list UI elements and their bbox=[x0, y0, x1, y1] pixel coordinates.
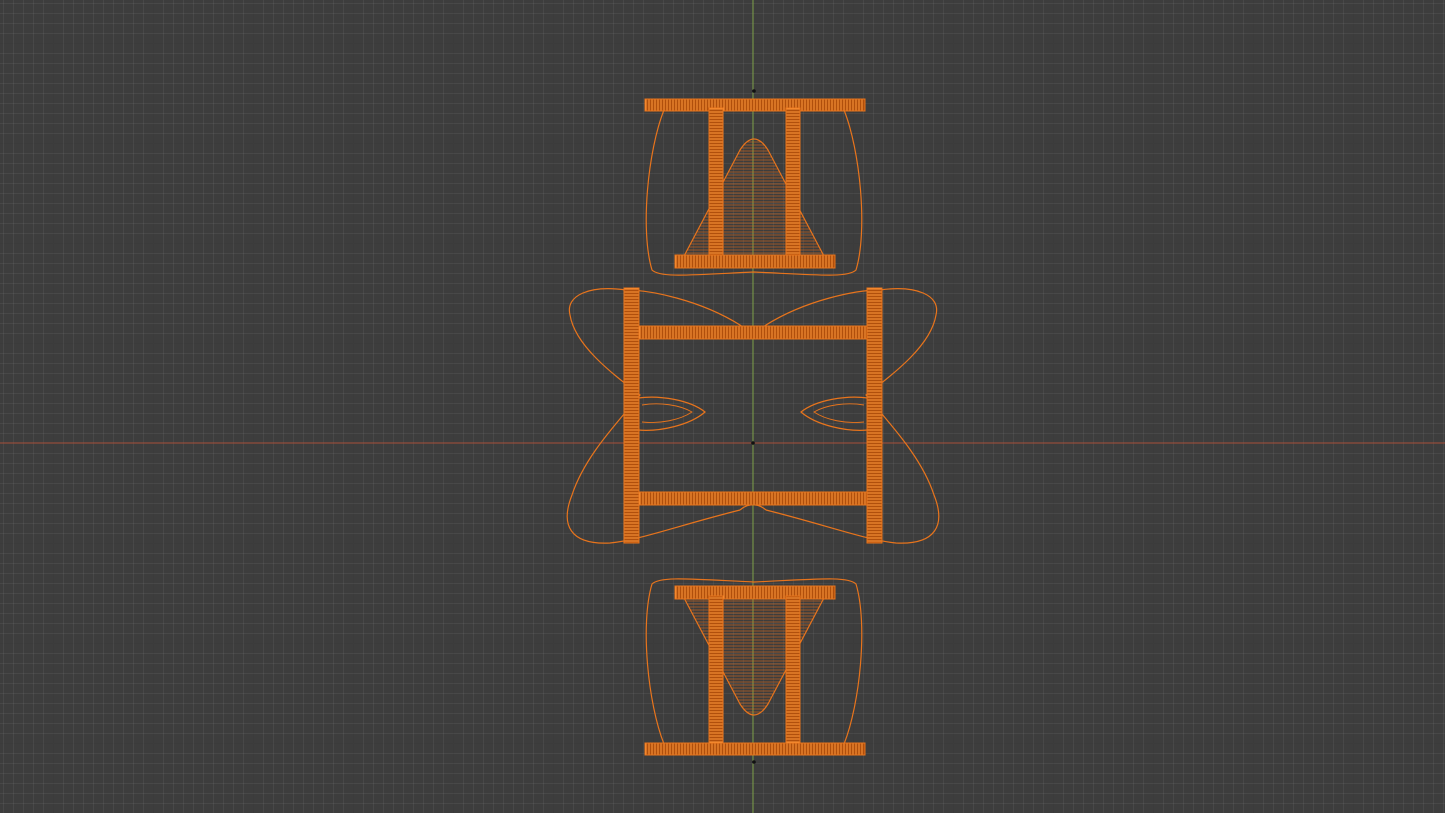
cross-bar-lower bbox=[635, 491, 872, 506]
base-plate-top bbox=[674, 254, 836, 269]
stool-top-view[interactable] bbox=[644, 89, 866, 276]
origin-dot-middle bbox=[751, 441, 755, 445]
leg-left-bottom bbox=[708, 595, 724, 747]
leg-left-top bbox=[708, 107, 724, 259]
cone-top bbox=[682, 138, 826, 259]
bottom-plate bbox=[644, 742, 866, 756]
side-post-right bbox=[866, 287, 883, 544]
side-post-left bbox=[623, 287, 640, 544]
3d-viewport-grid[interactable] bbox=[0, 0, 1445, 813]
cross-bar-upper bbox=[635, 325, 872, 340]
viewport-scene[interactable] bbox=[0, 0, 1445, 813]
origin-dot-bottom bbox=[752, 760, 756, 764]
notch-left-inner bbox=[641, 403, 693, 423]
notch-left bbox=[637, 396, 706, 431]
cone-bottom bbox=[682, 595, 826, 716]
origin-dot-top bbox=[752, 89, 756, 93]
notch-right-inner bbox=[813, 403, 865, 423]
base-plate-bottom bbox=[674, 585, 836, 600]
leg-right-bottom bbox=[785, 595, 801, 747]
top-plate bbox=[644, 98, 866, 112]
stool-bottom-view[interactable] bbox=[644, 578, 866, 764]
leg-right-top bbox=[785, 107, 801, 259]
notch-right bbox=[800, 396, 869, 431]
